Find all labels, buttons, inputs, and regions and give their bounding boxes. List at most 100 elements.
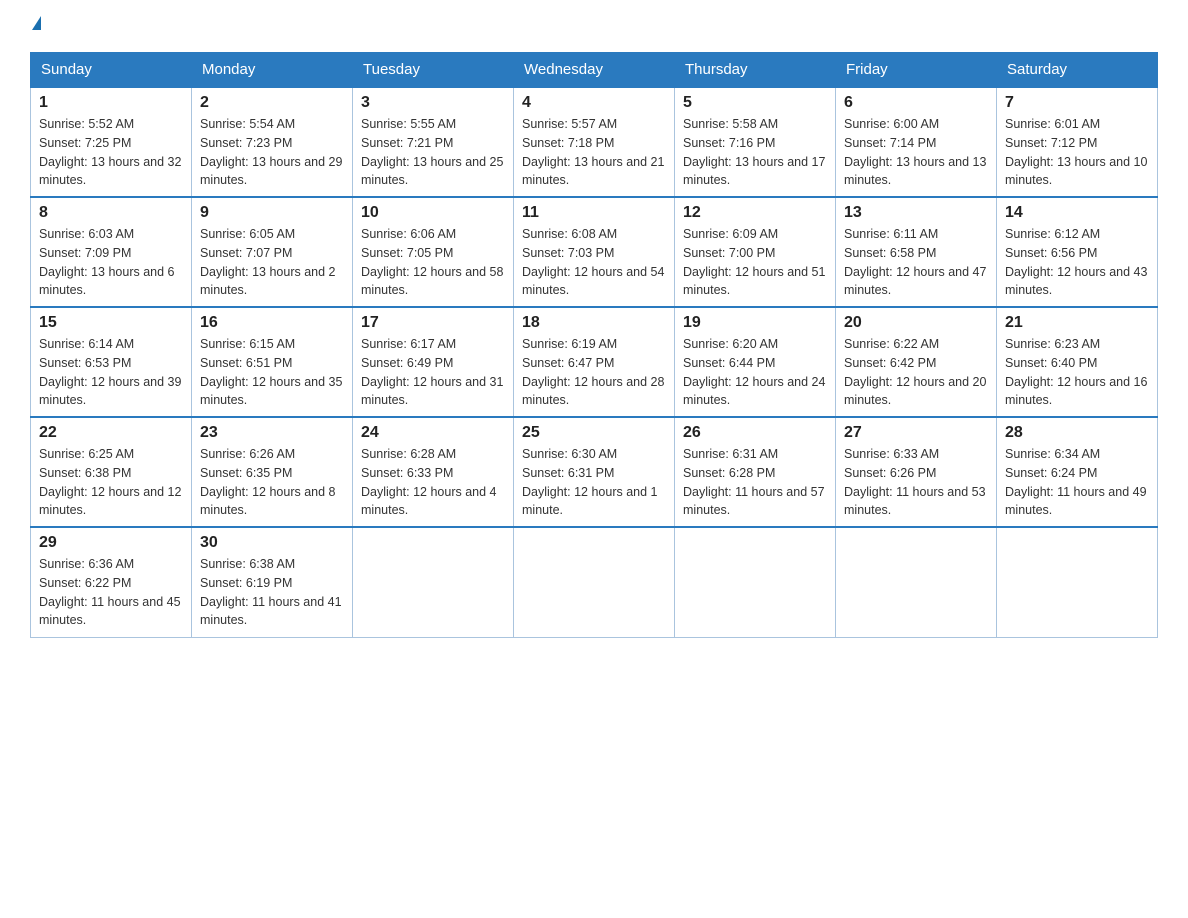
calendar-day-cell: 3 Sunrise: 5:55 AMSunset: 7:21 PMDayligh…: [353, 87, 514, 197]
day-number: 3: [361, 94, 505, 112]
calendar-week-row: 22 Sunrise: 6:25 AMSunset: 6:38 PMDaylig…: [31, 417, 1158, 527]
day-info: Sunrise: 6:33 AMSunset: 6:26 PMDaylight:…: [844, 447, 986, 517]
day-number: 20: [844, 314, 988, 332]
calendar-day-cell: 24 Sunrise: 6:28 AMSunset: 6:33 PMDaylig…: [353, 417, 514, 527]
day-number: 21: [1005, 314, 1149, 332]
calendar-week-row: 15 Sunrise: 6:14 AMSunset: 6:53 PMDaylig…: [31, 307, 1158, 417]
calendar-day-cell: 4 Sunrise: 5:57 AMSunset: 7:18 PMDayligh…: [514, 87, 675, 197]
calendar-day-cell: 27 Sunrise: 6:33 AMSunset: 6:26 PMDaylig…: [836, 417, 997, 527]
day-info: Sunrise: 6:15 AMSunset: 6:51 PMDaylight:…: [200, 337, 342, 407]
day-number: 30: [200, 534, 344, 552]
calendar-day-cell: 10 Sunrise: 6:06 AMSunset: 7:05 PMDaylig…: [353, 197, 514, 307]
day-info: Sunrise: 6:30 AMSunset: 6:31 PMDaylight:…: [522, 447, 658, 517]
day-info: Sunrise: 6:03 AMSunset: 7:09 PMDaylight:…: [39, 227, 175, 297]
day-number: 13: [844, 204, 988, 222]
day-info: Sunrise: 6:17 AMSunset: 6:49 PMDaylight:…: [361, 337, 503, 407]
calendar-day-cell: [353, 527, 514, 637]
day-of-week-header: Friday: [836, 53, 997, 88]
calendar-day-cell: 1 Sunrise: 5:52 AMSunset: 7:25 PMDayligh…: [31, 87, 192, 197]
day-of-week-header: Wednesday: [514, 53, 675, 88]
calendar-week-row: 29 Sunrise: 6:36 AMSunset: 6:22 PMDaylig…: [31, 527, 1158, 637]
day-number: 11: [522, 204, 666, 222]
calendar-day-cell: 19 Sunrise: 6:20 AMSunset: 6:44 PMDaylig…: [675, 307, 836, 417]
day-info: Sunrise: 6:14 AMSunset: 6:53 PMDaylight:…: [39, 337, 181, 407]
day-info: Sunrise: 6:05 AMSunset: 7:07 PMDaylight:…: [200, 227, 336, 297]
day-number: 4: [522, 94, 666, 112]
day-info: Sunrise: 6:01 AMSunset: 7:12 PMDaylight:…: [1005, 117, 1147, 187]
calendar-week-row: 1 Sunrise: 5:52 AMSunset: 7:25 PMDayligh…: [31, 87, 1158, 197]
day-of-week-header: Monday: [192, 53, 353, 88]
day-number: 12: [683, 204, 827, 222]
day-number: 19: [683, 314, 827, 332]
calendar-day-cell: 9 Sunrise: 6:05 AMSunset: 7:07 PMDayligh…: [192, 197, 353, 307]
calendar-day-cell: 8 Sunrise: 6:03 AMSunset: 7:09 PMDayligh…: [31, 197, 192, 307]
day-number: 29: [39, 534, 183, 552]
day-number: 16: [200, 314, 344, 332]
day-info: Sunrise: 6:28 AMSunset: 6:33 PMDaylight:…: [361, 447, 497, 517]
calendar-day-cell: 14 Sunrise: 6:12 AMSunset: 6:56 PMDaylig…: [997, 197, 1158, 307]
calendar-day-cell: 30 Sunrise: 6:38 AMSunset: 6:19 PMDaylig…: [192, 527, 353, 637]
day-number: 9: [200, 204, 344, 222]
calendar-day-cell: 29 Sunrise: 6:36 AMSunset: 6:22 PMDaylig…: [31, 527, 192, 637]
day-info: Sunrise: 5:58 AMSunset: 7:16 PMDaylight:…: [683, 117, 825, 187]
calendar-day-cell: 2 Sunrise: 5:54 AMSunset: 7:23 PMDayligh…: [192, 87, 353, 197]
calendar-day-cell: [675, 527, 836, 637]
day-info: Sunrise: 6:31 AMSunset: 6:28 PMDaylight:…: [683, 447, 825, 517]
day-info: Sunrise: 6:22 AMSunset: 6:42 PMDaylight:…: [844, 337, 986, 407]
day-info: Sunrise: 6:23 AMSunset: 6:40 PMDaylight:…: [1005, 337, 1147, 407]
calendar-table: SundayMondayTuesdayWednesdayThursdayFrid…: [30, 52, 1158, 638]
calendar-day-cell: 16 Sunrise: 6:15 AMSunset: 6:51 PMDaylig…: [192, 307, 353, 417]
day-number: 6: [844, 94, 988, 112]
day-number: 15: [39, 314, 183, 332]
day-number: 1: [39, 94, 183, 112]
calendar-day-cell: 26 Sunrise: 6:31 AMSunset: 6:28 PMDaylig…: [675, 417, 836, 527]
day-number: 28: [1005, 424, 1149, 442]
day-info: Sunrise: 6:11 AMSunset: 6:58 PMDaylight:…: [844, 227, 986, 297]
day-info: Sunrise: 5:55 AMSunset: 7:21 PMDaylight:…: [361, 117, 503, 187]
calendar-day-cell: 6 Sunrise: 6:00 AMSunset: 7:14 PMDayligh…: [836, 87, 997, 197]
calendar-day-cell: 22 Sunrise: 6:25 AMSunset: 6:38 PMDaylig…: [31, 417, 192, 527]
calendar-day-cell: 5 Sunrise: 5:58 AMSunset: 7:16 PMDayligh…: [675, 87, 836, 197]
calendar-day-cell: 28 Sunrise: 6:34 AMSunset: 6:24 PMDaylig…: [997, 417, 1158, 527]
calendar-day-cell: [997, 527, 1158, 637]
day-number: 25: [522, 424, 666, 442]
calendar-day-cell: 12 Sunrise: 6:09 AMSunset: 7:00 PMDaylig…: [675, 197, 836, 307]
calendar-day-cell: 25 Sunrise: 6:30 AMSunset: 6:31 PMDaylig…: [514, 417, 675, 527]
calendar-day-cell: 21 Sunrise: 6:23 AMSunset: 6:40 PMDaylig…: [997, 307, 1158, 417]
day-info: Sunrise: 6:08 AMSunset: 7:03 PMDaylight:…: [522, 227, 664, 297]
day-info: Sunrise: 5:57 AMSunset: 7:18 PMDaylight:…: [522, 117, 664, 187]
calendar-day-cell: 20 Sunrise: 6:22 AMSunset: 6:42 PMDaylig…: [836, 307, 997, 417]
day-number: 22: [39, 424, 183, 442]
calendar-header-row: SundayMondayTuesdayWednesdayThursdayFrid…: [31, 53, 1158, 88]
day-info: Sunrise: 6:00 AMSunset: 7:14 PMDaylight:…: [844, 117, 986, 187]
day-number: 23: [200, 424, 344, 442]
day-info: Sunrise: 5:54 AMSunset: 7:23 PMDaylight:…: [200, 117, 342, 187]
calendar-day-cell: 15 Sunrise: 6:14 AMSunset: 6:53 PMDaylig…: [31, 307, 192, 417]
day-number: 10: [361, 204, 505, 222]
day-number: 26: [683, 424, 827, 442]
calendar-day-cell: 18 Sunrise: 6:19 AMSunset: 6:47 PMDaylig…: [514, 307, 675, 417]
calendar-day-cell: 23 Sunrise: 6:26 AMSunset: 6:35 PMDaylig…: [192, 417, 353, 527]
day-number: 17: [361, 314, 505, 332]
day-info: Sunrise: 6:09 AMSunset: 7:00 PMDaylight:…: [683, 227, 825, 297]
logo: [30, 20, 41, 34]
day-number: 24: [361, 424, 505, 442]
day-info: Sunrise: 6:25 AMSunset: 6:38 PMDaylight:…: [39, 447, 181, 517]
day-number: 14: [1005, 204, 1149, 222]
calendar-day-cell: 7 Sunrise: 6:01 AMSunset: 7:12 PMDayligh…: [997, 87, 1158, 197]
day-of-week-header: Tuesday: [353, 53, 514, 88]
day-info: Sunrise: 5:52 AMSunset: 7:25 PMDaylight:…: [39, 117, 181, 187]
day-number: 8: [39, 204, 183, 222]
day-info: Sunrise: 6:26 AMSunset: 6:35 PMDaylight:…: [200, 447, 336, 517]
calendar-day-cell: [514, 527, 675, 637]
day-number: 27: [844, 424, 988, 442]
day-info: Sunrise: 6:12 AMSunset: 6:56 PMDaylight:…: [1005, 227, 1147, 297]
day-info: Sunrise: 6:38 AMSunset: 6:19 PMDaylight:…: [200, 557, 342, 627]
calendar-day-cell: [836, 527, 997, 637]
calendar-week-row: 8 Sunrise: 6:03 AMSunset: 7:09 PMDayligh…: [31, 197, 1158, 307]
page-header: [30, 20, 1158, 34]
day-number: 7: [1005, 94, 1149, 112]
day-info: Sunrise: 6:36 AMSunset: 6:22 PMDaylight:…: [39, 557, 181, 627]
day-info: Sunrise: 6:19 AMSunset: 6:47 PMDaylight:…: [522, 337, 664, 407]
day-number: 18: [522, 314, 666, 332]
